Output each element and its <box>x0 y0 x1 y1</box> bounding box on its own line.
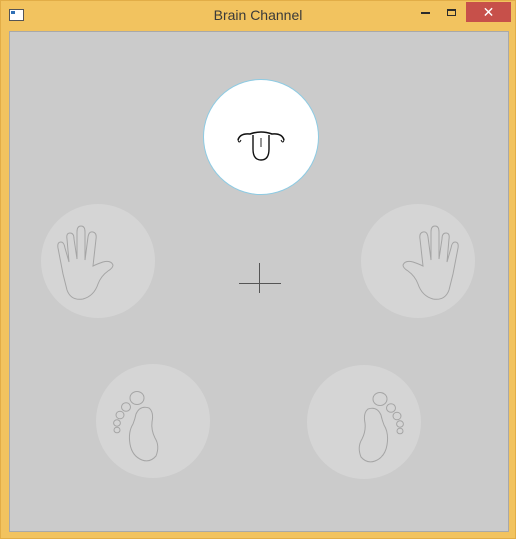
right-hand-cue <box>361 204 475 318</box>
close-icon: ✕ <box>482 4 495 20</box>
maximize-icon <box>447 9 456 17</box>
maximize-button[interactable] <box>438 2 465 22</box>
close-button[interactable]: ✕ <box>466 2 511 22</box>
app-window: Brain Channel ✕ <box>0 0 516 539</box>
right-foot-cue <box>307 365 421 479</box>
left-hand-icon <box>57 225 114 300</box>
fixation-cross <box>239 263 281 305</box>
title-bar[interactable]: Brain Channel ✕ <box>1 1 515 31</box>
minimize-icon <box>420 11 430 14</box>
right-foot-icon <box>358 392 404 463</box>
left-foot-icon <box>113 391 159 462</box>
minimize-button[interactable] <box>412 2 438 22</box>
left-hand-cue <box>41 204 155 318</box>
tongue-cue <box>204 80 318 194</box>
left-foot-cue <box>96 364 210 478</box>
tongue-icon <box>237 131 285 161</box>
stimulus-canvas <box>9 31 509 532</box>
right-hand-icon <box>402 225 459 300</box>
